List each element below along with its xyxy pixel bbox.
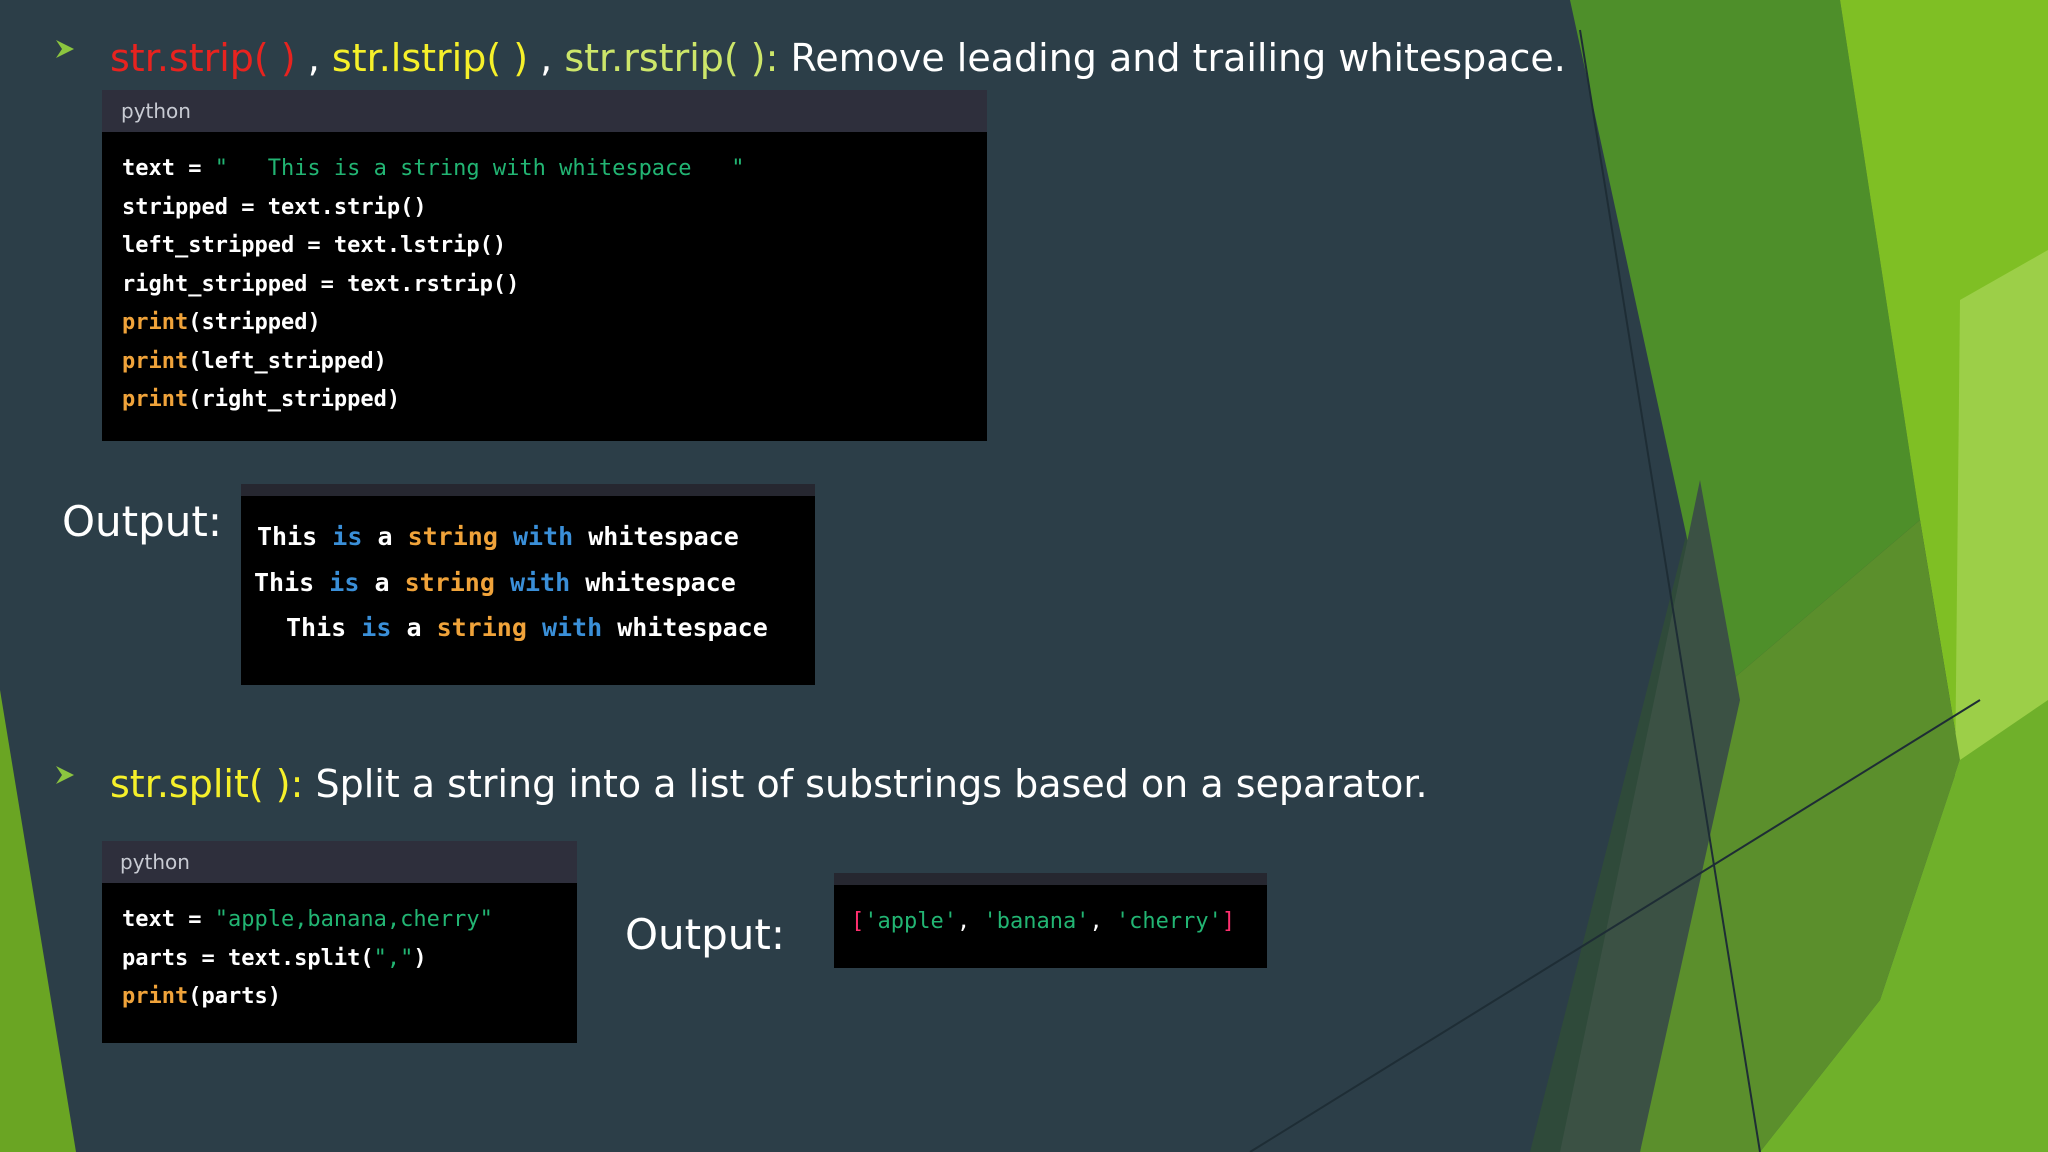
output-label: Output: [625, 910, 786, 959]
output-topbar [241, 484, 815, 496]
code-line: right_stripped = text.rstrip() [122, 271, 520, 297]
code-line: print(stripped) [122, 310, 321, 335]
output-body: This is a string with whitespace This is… [241, 496, 815, 651]
output-block-strip: This is a string with whitespace This is… [241, 484, 815, 685]
code-line: print(right_stripped) [122, 387, 401, 412]
code-line: text = " This is a string with whitespac… [122, 156, 745, 181]
code-line: stripped = text.strip() [122, 194, 427, 220]
output-line: This is a string with whitespace [254, 567, 736, 597]
arrow-bullet-icon [56, 40, 74, 58]
output-topbar [834, 873, 1267, 885]
code-line: text = "apple,banana,cherry" [122, 907, 493, 932]
strip-description: Remove leading and trailing whitespace. [778, 36, 1566, 80]
bullet-strip-text: str.strip( ) , str.lstrip( ) , str.rstri… [110, 34, 1566, 82]
code-line: print(left_stripped) [122, 348, 387, 374]
code-body: text = " This is a string with whitespac… [102, 132, 987, 430]
lstrip-method: str.lstrip( ) [331, 36, 529, 80]
arrow-bullet-icon [56, 766, 74, 784]
split-method: str.split( ): [110, 762, 304, 806]
output-label: Output: [62, 497, 223, 546]
separator: , [528, 36, 565, 80]
output-line: This is a string with whitespace [257, 522, 739, 551]
bullet-split-text: str.split( ): Split a string into a list… [110, 760, 1428, 808]
code-language-label: python [102, 90, 987, 132]
rstrip-method: str.rstrip( ): [564, 36, 779, 80]
separator: , [295, 36, 332, 80]
code-block-strip: python text = " This is a string with wh… [102, 90, 987, 441]
output-line: This is a string with whitespace [286, 613, 768, 642]
code-line: print(parts) [122, 984, 281, 1009]
code-language-label: python [102, 841, 577, 883]
code-line: parts = text.split(",") [122, 945, 427, 971]
code-line: left_stripped = text.lstrip() [122, 233, 507, 258]
bullet-strip-functions: str.strip( ) , str.lstrip( ) , str.rstri… [54, 34, 1566, 82]
output-block-split: ['apple', 'banana', 'cherry'] [834, 873, 1267, 968]
strip-method: str.strip( ) [110, 36, 296, 80]
split-description: Split a string into a list of substrings… [303, 762, 1428, 806]
output-line: ['apple', 'banana', 'cherry'] [851, 909, 1236, 934]
code-block-split: python text = "apple,banana,cherry" part… [102, 841, 577, 1043]
bullet-split-function: str.split( ): Split a string into a list… [54, 760, 1454, 808]
output-body: ['apple', 'banana', 'cherry'] [834, 885, 1267, 945]
code-body: text = "apple,banana,cherry" parts = tex… [102, 883, 577, 1027]
